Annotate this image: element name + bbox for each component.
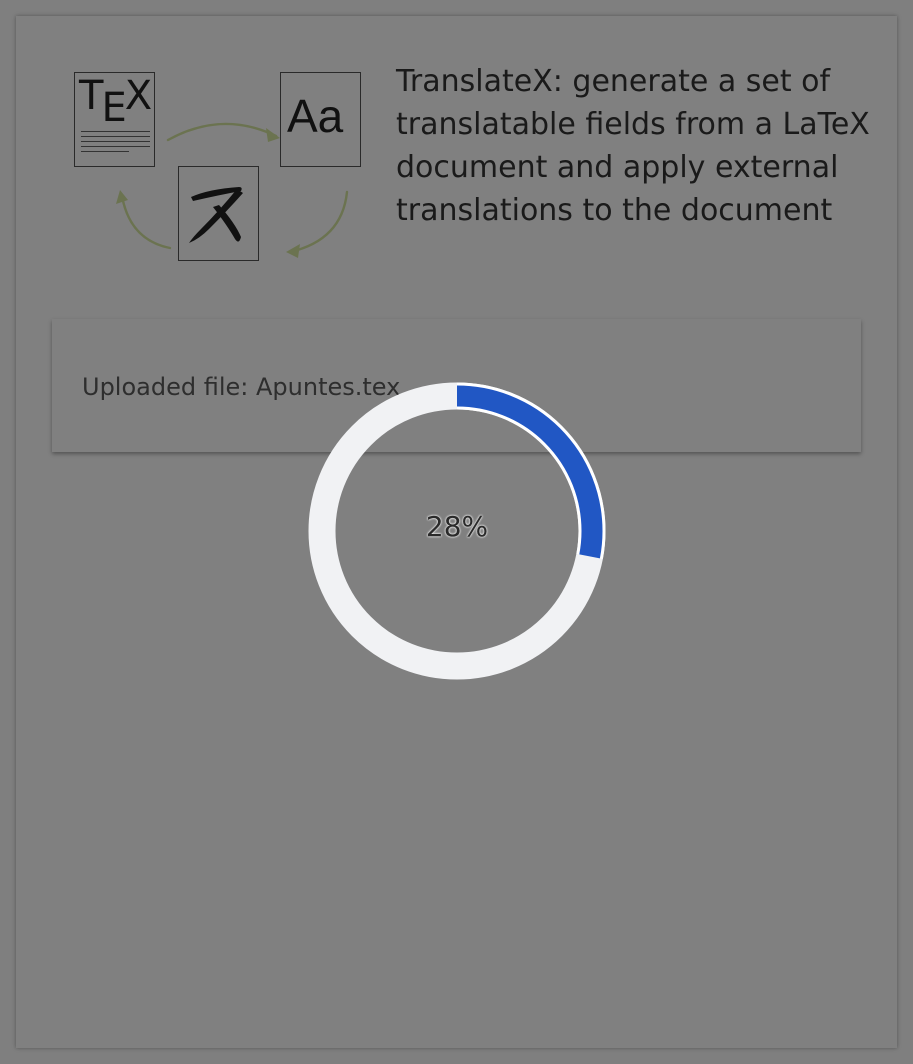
app-logo: TEX Aa [72,70,372,270]
progress-percentage: 28% [425,510,489,543]
font-aa-icon: Aa [280,72,361,167]
main-page: TEX Aa TranslateX: generate a set of tra… [16,16,897,1048]
japanese-character-icon [178,166,259,261]
brush-character-icon [189,187,243,243]
page-title: TranslateX: generate a set of translatab… [396,64,870,228]
document-lines [81,131,150,156]
progress-ring: 28% [308,382,606,680]
aa-text: Aa [287,90,344,142]
tex-document-icon: TEX [74,72,155,167]
tex-logo-text: TEX [79,73,152,131]
